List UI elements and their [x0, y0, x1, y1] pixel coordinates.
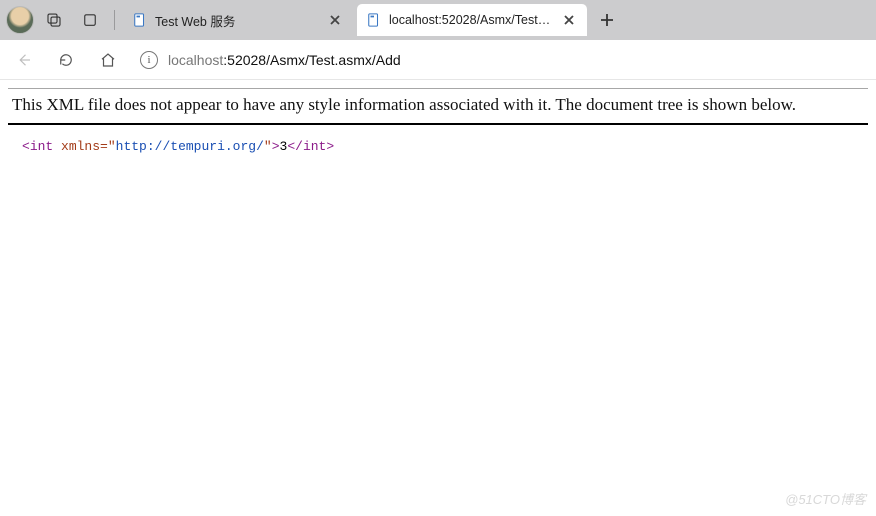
close-icon[interactable] — [561, 12, 577, 28]
close-icon[interactable] — [327, 12, 343, 28]
tab-active[interactable]: localhost:52028/Asmx/Test.asmx/ — [357, 4, 587, 36]
page-viewport: This XML file does not appear to have an… — [0, 80, 876, 516]
url-path: :52028/Asmx/Test.asmx/Add — [223, 52, 400, 68]
back-button[interactable] — [8, 44, 40, 76]
site-info-icon[interactable]: i — [140, 51, 158, 69]
url-text: localhost:52028/Asmx/Test.asmx/Add — [168, 52, 401, 68]
tab-inactive[interactable]: Test Web 服务 — [123, 4, 353, 36]
watermark: @51CTO博客 — [785, 489, 866, 508]
browser-window: Test Web 服务 localhost:52028/Asmx/Test.as… — [0, 0, 876, 516]
page-favicon — [133, 13, 147, 27]
tab-title: localhost:52028/Asmx/Test.asmx/ — [389, 13, 553, 27]
tab-strip: Test Web 服务 localhost:52028/Asmx/Test.as… — [0, 0, 876, 40]
home-button[interactable] — [92, 44, 124, 76]
separator — [114, 10, 115, 30]
tab-title: Test Web 服务 — [155, 11, 319, 30]
workspaces-icon[interactable] — [38, 4, 70, 36]
address-bar: i localhost:52028/Asmx/Test.asmx/Add — [0, 40, 876, 80]
refresh-button[interactable] — [50, 44, 82, 76]
page-favicon — [367, 13, 381, 27]
profile-avatar[interactable] — [6, 6, 34, 34]
tab-actions-icon[interactable] — [74, 4, 106, 36]
url-host: localhost — [168, 52, 223, 68]
xml-tree: <int xmlns="http://tempuri.org/">3</int> — [8, 125, 868, 154]
new-tab-button[interactable] — [591, 4, 623, 36]
url-field[interactable]: i localhost:52028/Asmx/Test.asmx/Add — [134, 44, 868, 76]
xml-notice: This XML file does not appear to have an… — [8, 89, 868, 125]
